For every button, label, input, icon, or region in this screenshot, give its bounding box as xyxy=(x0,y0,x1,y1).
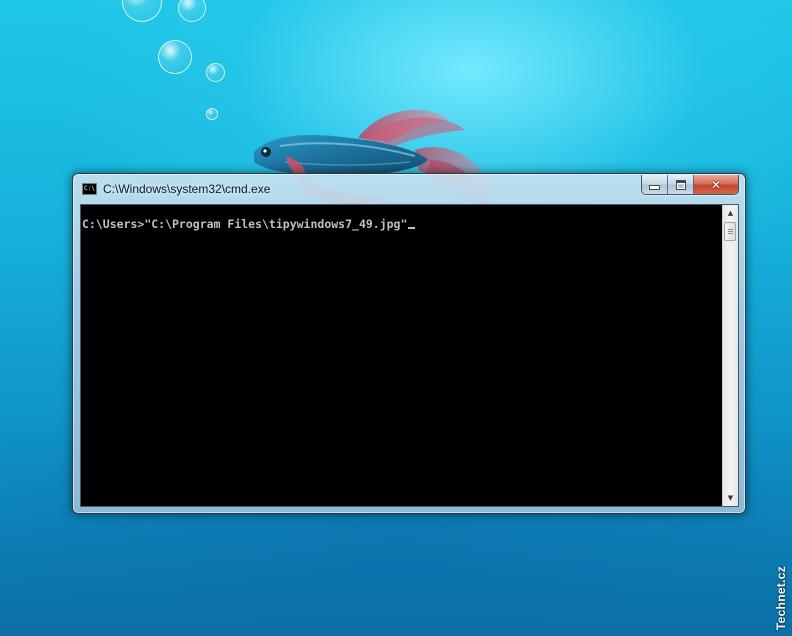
scroll-up-arrow-icon[interactable]: ▲ xyxy=(723,205,738,221)
text-cursor xyxy=(408,227,416,229)
console-client-area[interactable]: C:\Users>"C:\Program Files\tipywindows7_… xyxy=(80,204,739,507)
grip-line xyxy=(728,233,733,234)
console-output[interactable]: C:\Users>"C:\Program Files\tipywindows7_… xyxy=(81,205,723,506)
grip-line xyxy=(728,229,733,230)
desktop-background: C:\ C:\Windows\system32\cmd.exe ✕ C:\Use… xyxy=(0,0,792,636)
cmd-window[interactable]: C:\ C:\Windows\system32\cmd.exe ✕ C:\Use… xyxy=(72,173,746,514)
bubble-decoration xyxy=(158,40,192,74)
close-button[interactable]: ✕ xyxy=(694,175,738,194)
bubble-decoration xyxy=(122,0,162,22)
title-bar[interactable]: C:\ C:\Windows\system32\cmd.exe ✕ xyxy=(73,174,745,202)
watermark-text: Technet.cz xyxy=(774,565,788,630)
scroll-down-arrow-icon[interactable]: ▼ xyxy=(723,490,738,506)
maximize-button[interactable] xyxy=(668,175,694,194)
vertical-scrollbar[interactable]: ▲ ▼ xyxy=(722,205,738,506)
minimize-button[interactable] xyxy=(642,175,668,194)
scrollbar-thumb[interactable] xyxy=(724,222,736,241)
caption-buttons: ✕ xyxy=(641,175,739,195)
cmd-app-icon[interactable]: C:\ xyxy=(82,183,97,195)
bubble-decoration xyxy=(206,63,225,82)
grip-line xyxy=(728,231,733,232)
console-command-text: "C:\Program Files\tipywindows7_49.jpg" xyxy=(144,217,408,231)
console-prompt: C:\Users> xyxy=(82,217,145,231)
minimize-icon xyxy=(649,185,660,190)
bubble-decoration xyxy=(178,0,206,22)
window-title: C:\Windows\system32\cmd.exe xyxy=(103,182,271,196)
close-icon: ✕ xyxy=(710,177,722,192)
bubble-decoration xyxy=(206,108,218,120)
maximize-icon xyxy=(675,179,686,190)
